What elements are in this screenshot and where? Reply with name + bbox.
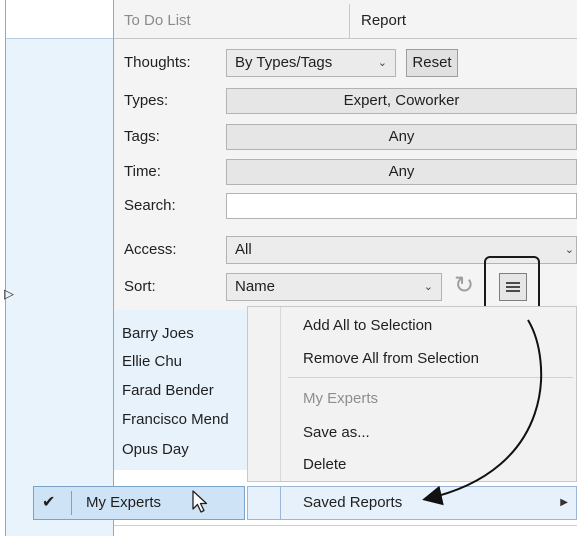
tabs-divider <box>114 38 577 39</box>
saved-report-label: My Experts <box>86 494 162 511</box>
menu-separator <box>288 377 573 378</box>
types-label: Types: <box>124 92 169 109</box>
menu-item-save-as[interactable]: Save as... <box>303 419 370 447</box>
filter-panel: To Do List Report Thoughts: By Types/Tag… <box>114 0 577 320</box>
tab-report[interactable]: Report <box>351 4 577 38</box>
menu-item-delete[interactable]: Delete <box>303 451 346 479</box>
context-menu: Add All to Selection Remove All from Sel… <box>247 306 577 482</box>
search-label: Search: <box>124 197 176 214</box>
tag-icon: ▷ <box>4 286 14 301</box>
menu-item-remove-all[interactable]: Remove All from Selection <box>303 345 479 373</box>
chevron-down-icon: ⌄ <box>564 244 574 256</box>
report-pane: To Do List Report Thoughts: By Types/Tag… <box>114 0 577 536</box>
tags-field[interactable]: Any <box>226 124 577 150</box>
chevron-down-icon: ⌄ <box>423 281 433 293</box>
checkmark-icon: ✔ <box>42 494 56 511</box>
left-pane-header <box>6 0 113 39</box>
thoughts-label: Thoughts: <box>124 54 191 71</box>
mouse-cursor-icon <box>192 490 208 513</box>
tab-todo-list[interactable]: To Do List <box>114 4 350 38</box>
menu-item-saved-reports[interactable]: Saved Reports ▶ <box>247 486 577 520</box>
menu-item-my-experts: My Experts <box>303 390 379 407</box>
check-separator <box>71 491 72 515</box>
menu-gutter <box>280 487 281 519</box>
chevron-down-icon: ⌄ <box>377 57 387 69</box>
menu-item-saved-reports-label: Saved Reports <box>303 494 403 511</box>
list-item[interactable]: Ellie Chu <box>122 350 182 374</box>
refresh-icon[interactable]: ↻ <box>454 273 474 299</box>
access-select-value: All <box>235 241 252 258</box>
menu-gutter <box>280 307 281 481</box>
thoughts-select-value: By Types/Tags <box>235 54 333 71</box>
sort-select-value: Name <box>235 278 276 295</box>
results-list: Barry Joes Ellie Chu Farad Bender Franci… <box>114 310 247 470</box>
time-field[interactable]: Any <box>226 159 577 185</box>
saved-report-item[interactable]: ✔ My Experts <box>33 486 245 520</box>
tags-label: Tags: <box>124 128 160 145</box>
bottom-divider <box>114 525 577 526</box>
time-label: Time: <box>124 163 161 180</box>
list-item[interactable]: Farad Bender <box>122 379 214 403</box>
sort-select[interactable]: Name ⌄ <box>226 273 442 301</box>
list-item[interactable]: Francisco Mend <box>122 408 229 432</box>
submenu-arrow-icon: ▶ <box>560 497 568 508</box>
types-field[interactable]: Expert, Coworker <box>226 88 577 114</box>
search-input[interactable] <box>226 193 577 219</box>
left-pane <box>6 0 113 536</box>
list-item[interactable]: Opus Day <box>122 438 189 462</box>
reset-button[interactable]: Reset <box>406 49 458 77</box>
sort-label: Sort: <box>124 278 156 295</box>
thoughts-select[interactable]: By Types/Tags ⌄ <box>226 49 396 77</box>
list-item[interactable]: Barry Joes <box>122 322 194 346</box>
access-label: Access: <box>124 241 177 258</box>
menu-item-add-all[interactable]: Add All to Selection <box>303 312 432 340</box>
